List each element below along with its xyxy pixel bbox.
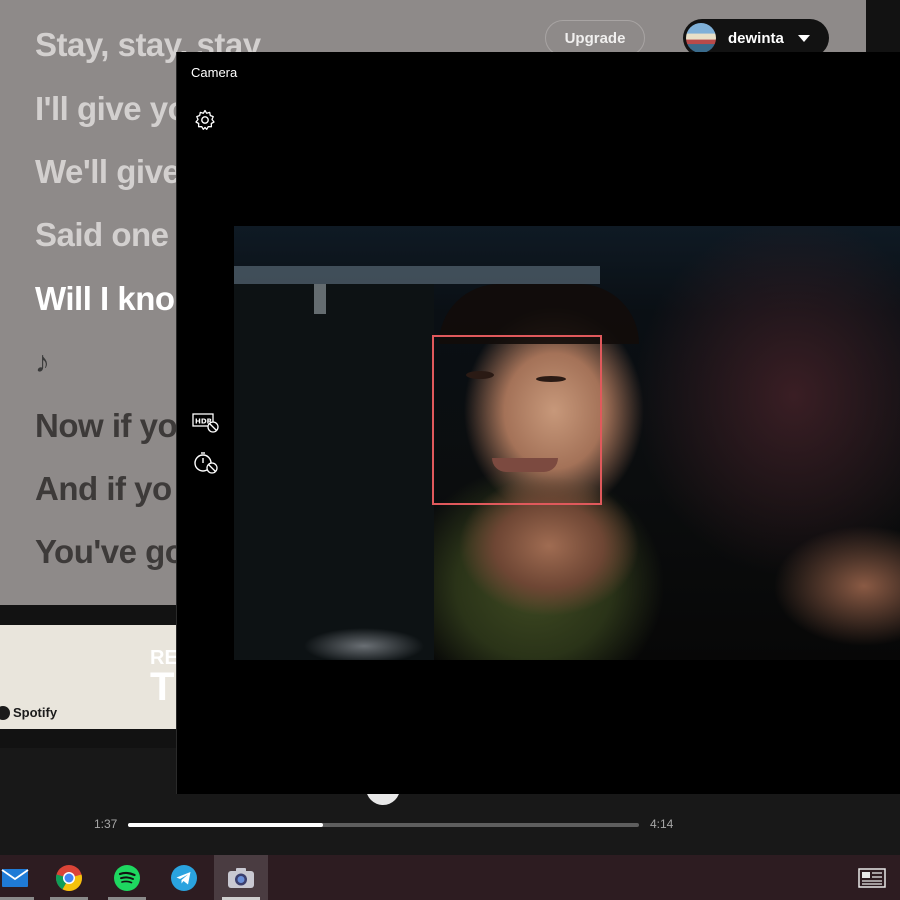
ad-text-big: T [150,665,175,709]
chevron-down-icon [797,34,810,42]
hdr-off-icon[interactable]: HDR [192,412,220,434]
time-total: 4:14 [650,817,674,831]
spotify-logo-icon [0,705,10,720]
upgrade-button[interactable]: Upgrade [545,20,645,56]
lyric-music-note: ♪ [35,346,50,379]
spotify-brand-text: Spotify [13,705,58,720]
spotify-icon[interactable] [100,855,154,900]
telegram-icon[interactable] [157,855,211,900]
camera-icon[interactable] [214,855,268,900]
ad-banner[interactable]: RE T Spotify [0,625,176,729]
progress-fill [128,823,324,827]
news-icon[interactable] [858,868,886,888]
camera-window: Camera HDR [176,52,900,794]
lyric-line[interactable]: Said one [35,216,169,254]
timer-off-icon[interactable] [193,450,219,476]
lyric-line[interactable]: And if yo [35,470,172,508]
face-detection-box [432,335,602,505]
lyric-line[interactable]: We'll give [35,153,181,191]
preview-background [314,284,326,314]
chrome-icon[interactable] [42,855,96,900]
preview-background [304,626,424,660]
avatar [686,23,716,53]
lyric-line[interactable]: You've go [35,533,185,571]
lyric-line-current[interactable]: Will I kno [35,280,175,318]
preview-subject [754,526,900,646]
camera-preview[interactable] [234,226,900,660]
preview-background [234,284,434,660]
spotify-logo: Spotify [0,705,57,720]
preview-background [234,266,600,284]
time-elapsed: 1:37 [94,817,118,831]
gear-icon[interactable] [193,108,217,132]
lyric-line[interactable]: Now if yo [35,407,178,445]
window-title: Camera [191,65,238,80]
progress-bar[interactable] [128,823,639,827]
taskbar [0,855,900,900]
lyric-line[interactable]: I'll give yo [35,90,188,128]
username: dewinta [728,29,784,47]
mail-icon[interactable] [0,855,42,900]
